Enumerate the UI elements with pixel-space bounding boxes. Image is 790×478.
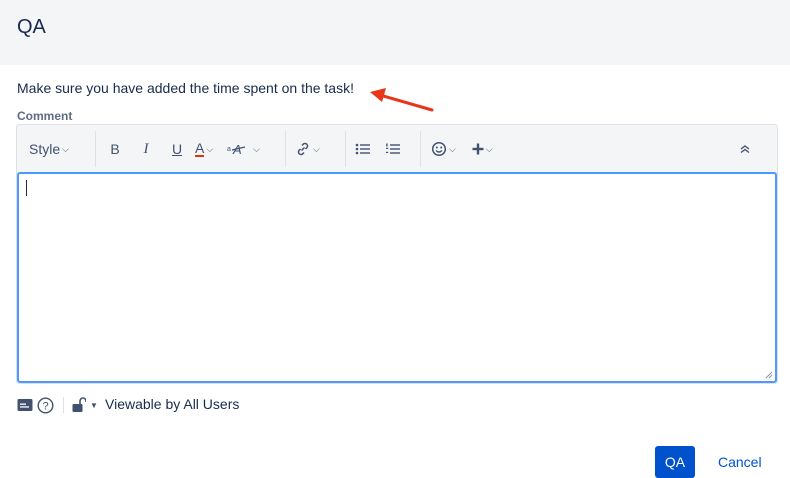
chevron-down-icon: ⌵ (253, 143, 260, 154)
style-label: Style (29, 141, 61, 157)
comment-footer-tools: ? ▼ (17, 396, 98, 414)
link-icon (297, 142, 309, 156)
plus-icon (472, 143, 484, 155)
footer-divider (63, 397, 64, 413)
text-color-label: A (195, 140, 205, 157)
bullet-list-button[interactable] (355, 135, 371, 163)
chevron-down-icon: ⌵ (62, 143, 69, 154)
style-dropdown[interactable]: Style ⌵ (29, 135, 69, 163)
chevron-down-icon: ⌵ (449, 143, 456, 154)
collapse-toolbar-button[interactable] (739, 135, 751, 163)
toolbar-divider (95, 131, 96, 167)
link-button[interactable]: ⌵ (295, 135, 320, 163)
underline-button[interactable]: U (167, 135, 187, 163)
resize-handle-icon[interactable] (765, 371, 773, 379)
emoji-button[interactable]: ⌵ (431, 135, 456, 163)
toolbar-divider (285, 131, 286, 167)
svg-text:?: ? (42, 400, 48, 412)
toolbar-divider (345, 131, 346, 167)
bold-button[interactable]: B (105, 135, 125, 163)
insert-more-button[interactable]: ⌵ (472, 135, 493, 163)
visibility-dropdown[interactable]: ▼ (72, 397, 98, 413)
unlock-icon (72, 397, 86, 412)
help-icon[interactable]: ? (37, 396, 54, 414)
dialog-header: QA (0, 0, 790, 65)
clear-formatting-button[interactable]: a A ⌵ (227, 135, 260, 163)
toolbar-divider (420, 131, 421, 167)
numbered-list-button[interactable] (385, 135, 401, 163)
dialog-title: QA (17, 16, 46, 38)
clear-format-icon: a A (227, 142, 246, 156)
comment-label: Comment (17, 109, 73, 123)
numbered-list-icon (386, 143, 400, 154)
cancel-link[interactable]: Cancel (718, 454, 762, 470)
comment-editor: Style ⌵ B I U A ⌵ a A ⌵ ⌵ ⌵ ⌵ (16, 124, 778, 384)
collapse-icon (740, 145, 750, 154)
emoji-icon (431, 141, 447, 157)
chevron-down-icon: ⌵ (313, 143, 320, 154)
attachment-folder-icon[interactable] (17, 398, 33, 412)
reminder-message: Make sure you have added the time spent … (17, 80, 354, 96)
qa-submit-button[interactable]: QA (655, 446, 695, 478)
comment-textarea[interactable] (17, 172, 777, 383)
visibility-label: Viewable by All Users (105, 396, 240, 412)
italic-button[interactable]: I (136, 135, 156, 163)
annotation-arrow-icon (370, 88, 434, 112)
bullet-list-icon (355, 143, 370, 155)
caret-down-icon: ▼ (90, 400, 98, 410)
editor-toolbar: Style ⌵ B I U A ⌵ a A ⌵ ⌵ ⌵ ⌵ (17, 125, 777, 172)
text-color-button[interactable]: A ⌵ (195, 135, 213, 163)
chevron-down-icon: ⌵ (485, 143, 493, 154)
chevron-down-icon: ⌵ (206, 143, 214, 154)
text-caret (26, 180, 27, 196)
svg-text:a: a (227, 146, 231, 153)
